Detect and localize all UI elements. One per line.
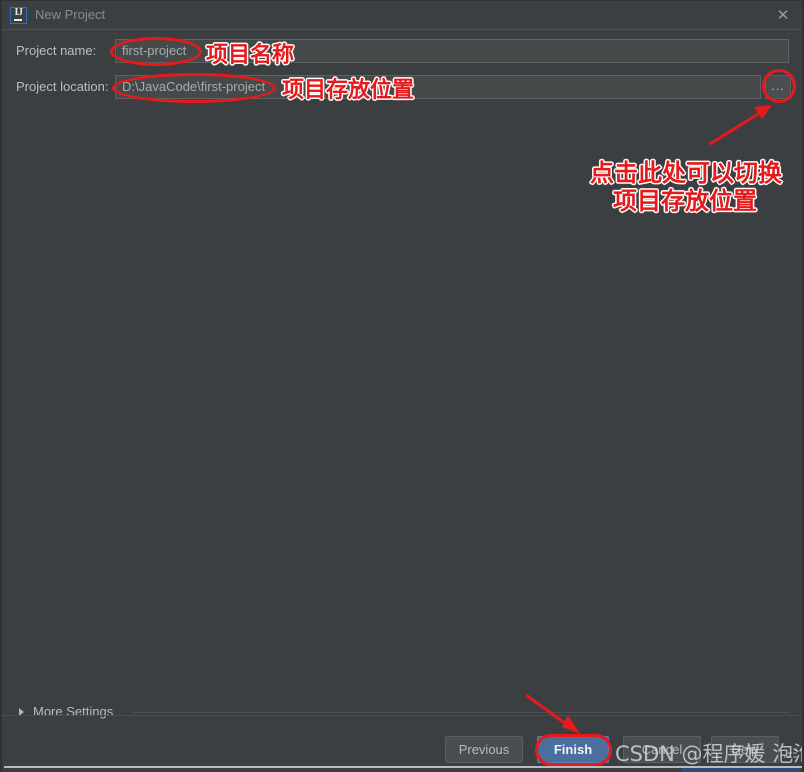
project-name-input[interactable]: first-project	[115, 39, 789, 63]
project-name-label: Project name:	[16, 43, 97, 58]
more-settings-rule	[132, 712, 790, 713]
finish-button[interactable]: Finish	[537, 736, 609, 763]
window-title: New Project	[35, 7, 106, 22]
arrow-to-browse-button	[709, 105, 772, 146]
app-icon-label: IJ	[14, 7, 23, 18]
annotation-arrows	[525, 105, 772, 734]
annotation-text-browse-line2: 项目存放位置	[613, 187, 757, 215]
browse-location-button[interactable]: ...	[765, 75, 791, 99]
annotation-text-browse-line1: 点击此处可以切换	[590, 159, 782, 187]
intellij-idea-icon: IJ	[10, 7, 27, 24]
title-bar: IJ New Project ✕	[2, 1, 802, 30]
cancel-button[interactable]: Cancel	[623, 736, 701, 763]
previous-button[interactable]: Previous	[445, 736, 523, 763]
title-bar-divider	[2, 29, 802, 30]
project-location-label: Project location:	[16, 79, 109, 94]
window-bottom-accent	[682, 768, 800, 772]
project-location-input[interactable]: D:\JavaCode\first-project	[115, 75, 761, 99]
close-icon[interactable]: ✕	[775, 7, 791, 23]
button-bar-divider	[2, 715, 802, 716]
help-button[interactable]: Help	[711, 736, 779, 763]
new-project-dialog: IJ New Project ✕ Project name: first-pro…	[0, 0, 804, 772]
app-icon-underbar	[14, 19, 22, 21]
resize-grip[interactable]	[784, 748, 798, 762]
more-settings-label: More Settings	[33, 704, 114, 719]
